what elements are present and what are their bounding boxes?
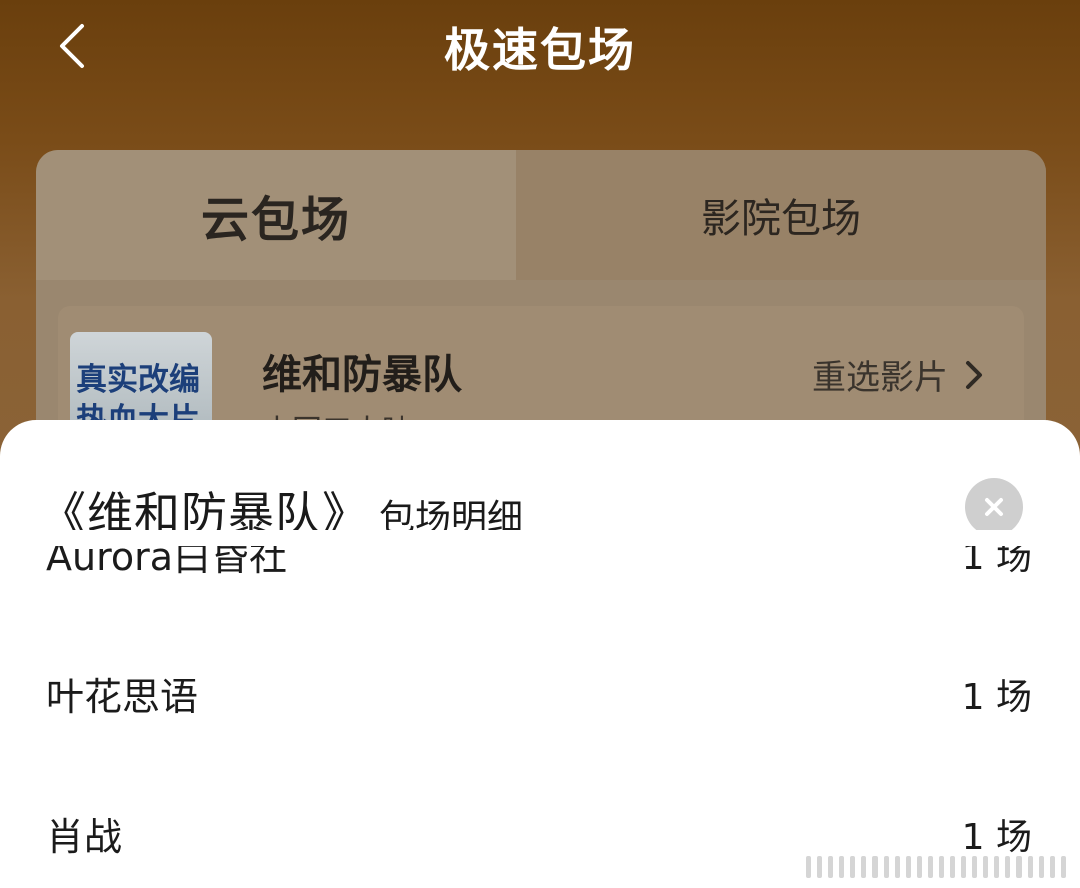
reselect-movie-button[interactable]: 重选影片 <box>812 350 988 399</box>
close-icon <box>985 498 1003 516</box>
booking-details-sheet: 《维和防暴队》 包场明细 Aurora白昏社 1 场 叶花思语 1 场 肖战 1… <box>0 420 1080 888</box>
close-button[interactable] <box>965 478 1023 536</box>
session-count: 1 场 <box>961 677 1032 718</box>
tab-label: 影院包场 <box>701 196 861 242</box>
chevron-right-icon <box>966 360 982 389</box>
poster-text: 真实改编 <box>76 362 200 398</box>
reselect-label: 重选影片 <box>812 358 948 398</box>
booker-name: 肖战 <box>46 815 123 859</box>
tab-cloud-booking[interactable]: 云包场 <box>36 150 516 280</box>
watermark <box>806 848 1066 878</box>
movie-title: 维和防暴队 <box>262 352 462 398</box>
list-item[interactable]: 叶花思语 1 场 <box>0 630 1080 750</box>
list-top-mask <box>0 530 1080 546</box>
booker-name: 叶花思语 <box>46 675 199 719</box>
tab-label: 云包场 <box>200 192 351 248</box>
top-bar: 极速包场 <box>0 0 1080 90</box>
page-title: 极速包场 <box>444 23 636 77</box>
booking-list[interactable]: Aurora白昏社 1 场 叶花思语 1 场 肖战 1 场 <box>0 530 1080 888</box>
tab-cinema-booking[interactable]: 影院包场 <box>516 150 1046 280</box>
tab-bar: 云包场 影院包场 <box>36 150 1046 280</box>
